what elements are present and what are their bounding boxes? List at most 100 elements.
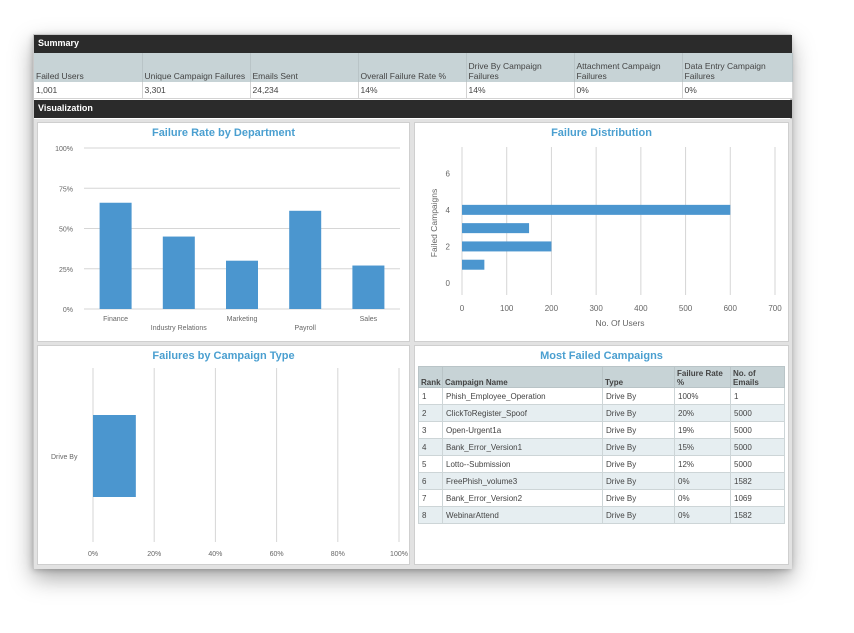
summary-column-header: Data Entry Campaign Failures (682, 53, 793, 82)
y-tick-label: 0 (446, 279, 451, 288)
x-tick-label: Marketing (227, 316, 258, 323)
most-failed-header-row: Rank Campaign Name Type Failure Rate % No. o… (418, 366, 785, 388)
bar (162, 236, 195, 309)
table-cell: ClickToRegister_Spoof (442, 404, 603, 422)
most-failed-table: Rank Campaign Name Type Failure Rate % No. o… (418, 366, 785, 524)
table-row: 1 Phish_Employee_Operation Drive By 100% 1 (418, 387, 785, 405)
summary-column-header: Drive By Campaign Failures (466, 53, 575, 82)
y-tick-label: 75% (59, 186, 73, 193)
table-cell: 1069 (730, 489, 785, 507)
visualization-header: Visualization (34, 100, 792, 118)
table-cell: Drive By (602, 438, 675, 456)
table-cell: 1 (730, 387, 785, 405)
x-tick-label: 100% (390, 551, 408, 558)
table-cell: 0% (674, 506, 731, 524)
table-cell: Bank_Error_Version2 (442, 489, 603, 507)
table-cell: 3 (418, 421, 443, 439)
summary-header: Summary (34, 35, 792, 53)
table-cell: Drive By (602, 472, 675, 490)
y-tick-label: 2 (446, 242, 451, 251)
x-tick-label: 60% (270, 551, 284, 558)
summary-value: 3,301 (142, 82, 251, 99)
summary-value: 0% (682, 82, 793, 99)
table-row: 7 Bank_Error_Version2 Drive By 0% 1069 (418, 489, 785, 507)
bar (93, 415, 136, 497)
y-tick-label: 0% (63, 307, 73, 314)
summary-value: 14% (358, 82, 467, 99)
table-cell: Drive By (602, 421, 675, 439)
failure-rate-chart: 0% 25% 50% 75% 100% Finance Industry Relations… (55, 146, 400, 332)
most-failed-title: Most Failed Campaigns (540, 350, 663, 362)
table-cell: Drive By (602, 489, 675, 507)
table-cell: 15% (674, 438, 731, 456)
x-tick-label: 80% (331, 551, 345, 558)
bar (99, 202, 132, 309)
table-cell: 12% (674, 455, 731, 473)
table-cell: 5 (418, 455, 443, 473)
table-cell: Lotto--Submission (442, 455, 603, 473)
table-cell: Drive By (602, 387, 675, 405)
table-row: 4 Bank_Error_Version1 Drive By 15% 5000 (418, 438, 785, 456)
y-axis-label: Failed Campaigns (429, 189, 439, 258)
summary-table: Failed Users Unique Campaign Failures Emai… (34, 53, 793, 99)
table-cell: Bank_Error_Version1 (442, 438, 603, 456)
visualization-area: Failure Rate by Department 0% 25% 50% 75% 10… (34, 119, 792, 569)
y-tick-label: 25% (59, 267, 73, 274)
x-tick-label: Payroll (294, 325, 316, 332)
table-row: 6 FreePhish_volume3 Drive By 0% 1582 (418, 472, 785, 490)
failure-distribution-chart: 0 100 200 300 400 500 600 700 0 2 4 6 No. Of Users Fa… (429, 147, 782, 328)
summary-header-row: Failed Users Unique Campaign Failures Emai… (34, 53, 793, 82)
x-tick-label: Finance (103, 316, 128, 323)
x-tick-label: 300 (589, 304, 603, 313)
table-cell: 0% (674, 472, 731, 490)
dashboard-window: Summary Failed Users Unique Campaign Fail… (33, 34, 793, 569)
table-cell: 2 (418, 404, 443, 422)
table-cell: 19% (674, 421, 731, 439)
table-cell: Phish_Employee_Operation (442, 387, 603, 405)
table-column-header: Campaign Name (442, 366, 603, 388)
most-failed-campaigns-panel: Most Failed Campaigns Rank Campaign Name T… (414, 345, 789, 565)
table-cell: 5000 (730, 421, 785, 439)
summary-value: 24,234 (250, 82, 359, 99)
table-cell: 5000 (730, 438, 785, 456)
table-column-header: Type (602, 366, 675, 388)
table-cell: 6 (418, 472, 443, 490)
table-row: 5 Lotto--Submission Drive By 12% 5000 (418, 455, 785, 473)
table-column-header: Rank (418, 366, 443, 388)
summary-column-header: Failed Users (34, 53, 143, 82)
table-cell: Open-Urgent1a (442, 421, 603, 439)
failure-rate-by-department-panel: Failure Rate by Department 0% 25% 50% 75% 10… (37, 122, 410, 342)
summary-value: 1,001 (34, 82, 143, 99)
table-cell: 1582 (730, 506, 785, 524)
table-row: 3 Open-Urgent1a Drive By 19% 5000 (418, 421, 785, 439)
x-tick-label: Sales (360, 316, 378, 323)
summary-column-header: Overall Failure Rate % (358, 53, 467, 82)
bar (462, 241, 552, 252)
x-tick-label: 700 (768, 304, 782, 313)
summary-column-header: Attachment Campaign Failures (574, 53, 683, 82)
summary-column-header: Unique Campaign Failures (142, 53, 251, 82)
x-tick-label: 200 (545, 304, 559, 313)
table-cell: WebinarAttend (442, 506, 603, 524)
bar (289, 210, 322, 309)
table-column-header: No. of Emails (730, 366, 785, 388)
bar (226, 260, 258, 309)
table-cell: 1 (418, 387, 443, 405)
summary-value-row: 1,001 3,301 24,234 14% 14% 0% 0% (34, 82, 793, 99)
bar (462, 204, 731, 215)
y-tick-label: 6 (446, 169, 451, 178)
table-row: 8 WebinarAttend Drive By 0% 1582 (418, 506, 785, 524)
table-cell: 20% (674, 404, 731, 422)
failure-distribution-panel: Failure Distribution 0 100 200 300 400 500 600… (414, 122, 789, 342)
y-tick-label: 4 (446, 206, 451, 215)
x-tick-label: 20% (147, 551, 161, 558)
bar (462, 259, 485, 270)
x-axis-label: No. Of Users (595, 318, 644, 328)
x-tick-label: 600 (724, 304, 738, 313)
bar (352, 265, 385, 309)
y-category-label: Drive By (51, 454, 78, 461)
x-tick-label: 100 (500, 304, 514, 313)
y-tick-label: 50% (59, 227, 73, 234)
x-tick-label: Industry Relations (151, 325, 208, 332)
table-cell: 1582 (730, 472, 785, 490)
